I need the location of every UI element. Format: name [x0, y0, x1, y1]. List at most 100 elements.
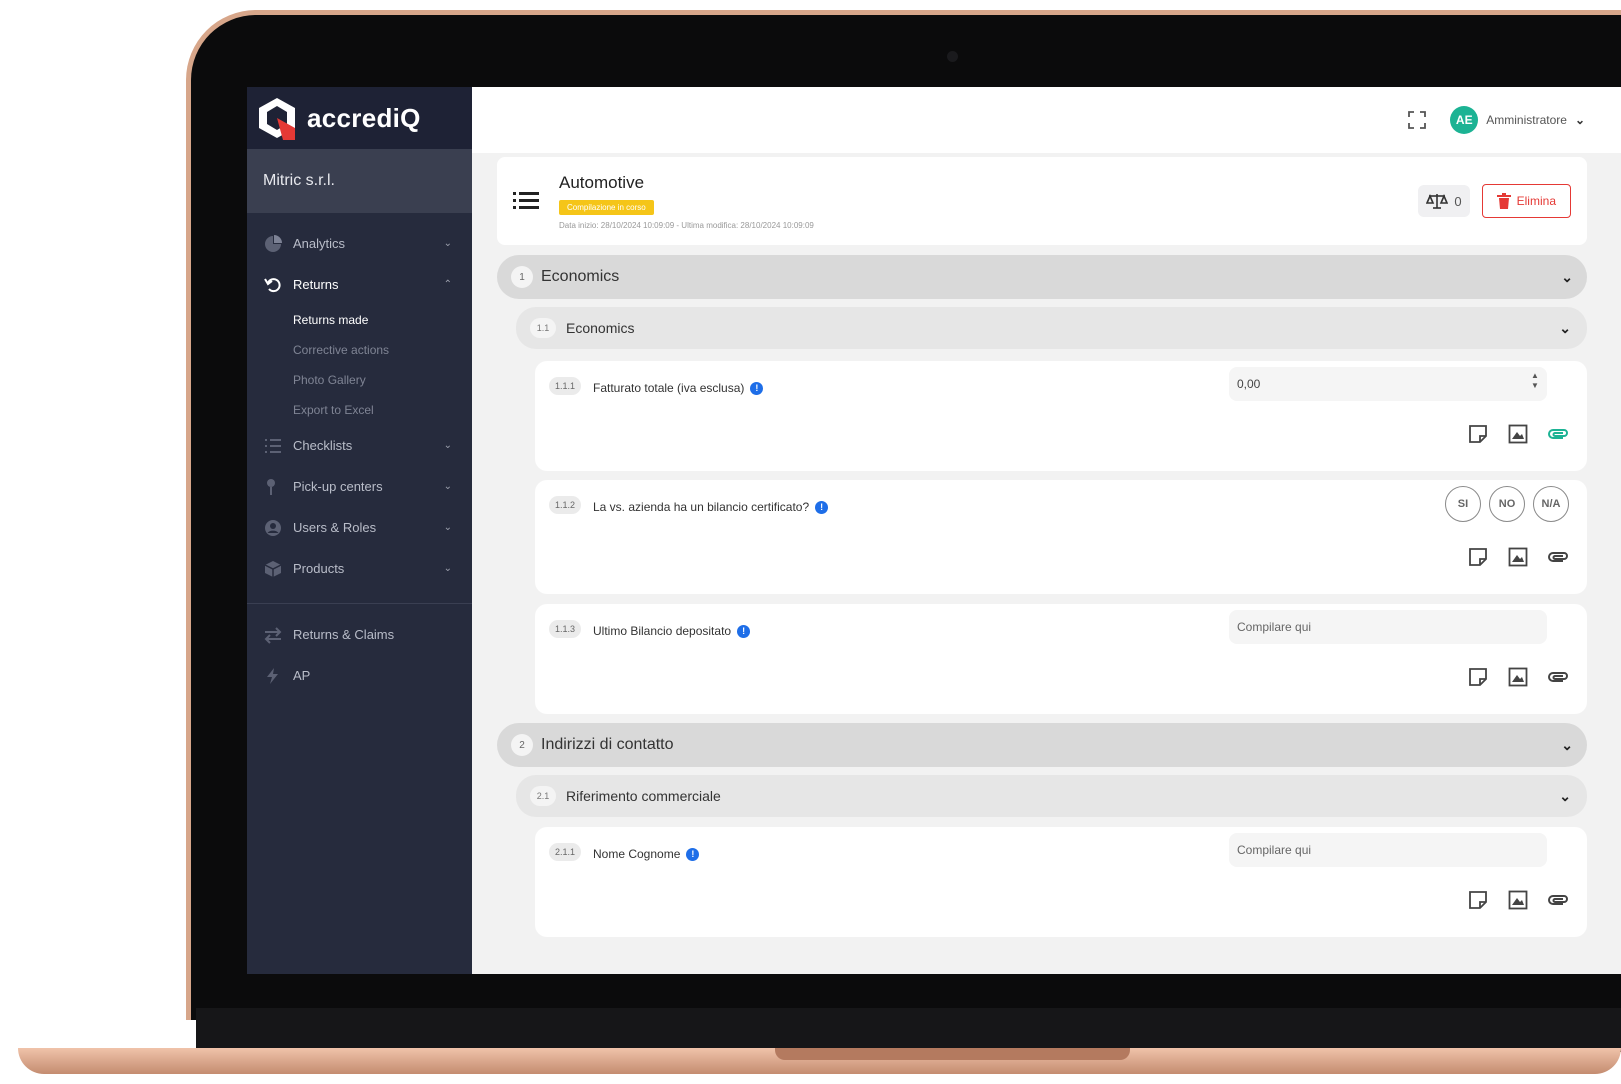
subsection-label: Riferimento commerciale	[566, 788, 721, 804]
accrediq-logo-icon	[259, 98, 295, 140]
sidebar-item-users-roles[interactable]: Users & Roles ⌄	[247, 507, 472, 548]
sidebar-item-products[interactable]: Products ⌄	[247, 548, 472, 589]
user-circle-icon	[263, 518, 283, 538]
question-text: Ultimo Bilancio depositato !	[593, 624, 751, 638]
subsection-commercial-reference[interactable]: 2.1 Riferimento commerciale ⌄	[516, 775, 1587, 817]
chevron-down-icon: ⌄	[1559, 319, 1571, 336]
checklist-header: Automotive Compilazione in corso Data in…	[497, 157, 1587, 245]
question-label: Nome Cognome	[593, 847, 681, 861]
user-menu[interactable]: AE Amministratore ⌄	[1450, 106, 1585, 134]
attachment-icon[interactable]	[1547, 546, 1569, 568]
full-name-input[interactable]	[1229, 833, 1547, 867]
chevron-down-icon: ⌄	[1574, 113, 1585, 127]
sidebar-item-label: Analytics	[293, 236, 346, 251]
swap-icon	[263, 625, 283, 645]
sidebar-item-returns[interactable]: Returns ⌃	[247, 264, 472, 305]
subsection-label: Economics	[566, 320, 635, 336]
delete-button[interactable]: Elimina	[1481, 184, 1571, 218]
chevron-down-icon: ⌄	[443, 481, 452, 492]
note-icon[interactable]	[1467, 423, 1489, 445]
bolt-icon	[263, 666, 283, 686]
info-icon[interactable]: !	[750, 381, 764, 395]
number-stepper[interactable]: ▲ ▼	[1531, 371, 1539, 391]
note-icon[interactable]	[1467, 546, 1489, 568]
section-number: 1	[511, 266, 533, 288]
info-icon[interactable]: !	[686, 847, 700, 861]
sidebar-item-pickup-centers[interactable]: Pick-up centers ⌄	[247, 466, 472, 507]
sidebar-subitem-photo-gallery[interactable]: Photo Gallery	[247, 365, 472, 395]
answer-options: SI NO N/A	[1445, 486, 1569, 522]
section-label: Economics	[541, 268, 620, 285]
laptop-notch	[775, 1048, 1130, 1060]
header-dates: Data inizio: 28/10/2024 10:09:09 - Ultim…	[559, 220, 814, 230]
question-text: Fatturato totale (iva esclusa) !	[593, 381, 764, 395]
brand-name: accrediQ	[307, 102, 421, 133]
brand[interactable]: accrediQ	[247, 87, 472, 149]
question-label: Ultimo Bilancio depositato	[593, 624, 732, 638]
question-number: 1.1.2	[549, 496, 582, 514]
question-tools	[1467, 889, 1569, 911]
delete-label: Elimina	[1516, 194, 1556, 208]
sidebar-item-ap[interactable]: AP	[247, 655, 472, 696]
page-title: Automotive	[559, 172, 645, 192]
question-card: 1.1.3 Ultimo Bilancio depositato !	[535, 604, 1587, 714]
image-icon[interactable]	[1507, 889, 1529, 911]
question-tools	[1467, 423, 1569, 445]
sidebar-nav: Analytics ⌄ Returns ⌃ Returns made Corre…	[247, 213, 472, 696]
question-tools	[1467, 546, 1569, 568]
answer-no-button[interactable]: NO	[1489, 486, 1525, 522]
attachment-icon[interactable]	[1547, 423, 1569, 445]
chevron-down-icon: ⌄	[443, 522, 452, 533]
pin-icon	[263, 477, 283, 497]
chevron-down-icon: ⌄	[1561, 736, 1573, 753]
pie-chart-icon	[263, 234, 283, 254]
sidebar-item-analytics[interactable]: Analytics ⌄	[247, 223, 472, 264]
info-icon[interactable]: !	[815, 500, 829, 514]
sidebar-divider	[247, 603, 472, 604]
note-icon[interactable]	[1467, 666, 1489, 688]
note-icon[interactable]	[1467, 889, 1489, 911]
question-tools	[1467, 666, 1569, 688]
sidebar-subitem-corrective-actions[interactable]: Corrective actions	[247, 335, 472, 365]
section-economics[interactable]: 1 Economics ⌄	[497, 255, 1587, 299]
image-icon[interactable]	[1507, 666, 1529, 688]
sidebar-item-label: Pick-up centers	[293, 479, 383, 494]
sidebar: accrediQ Mitric s.r.l. Analytics ⌄ Retur…	[247, 87, 472, 974]
subsection-number: 1.1	[530, 318, 556, 338]
question-number: 1.1.1	[549, 377, 582, 395]
sidebar-item-label: Checklists	[293, 438, 353, 453]
section-label: Indirizzi di contatto	[541, 736, 674, 753]
sidebar-item-label: AP	[293, 668, 311, 683]
question-label: Fatturato totale (iva esclusa)	[593, 381, 745, 395]
question-card: 1.1.1 Fatturato totale (iva esclusa) ! ▲…	[535, 361, 1587, 471]
app-screen: accrediQ Mitric s.r.l. Analytics ⌄ Retur…	[247, 87, 1621, 974]
info-icon[interactable]: !	[737, 624, 751, 638]
chevron-down-icon: ⌄	[443, 440, 452, 451]
chevron-down-icon: ⌄	[1561, 268, 1573, 285]
question-text: Nome Cognome !	[593, 847, 700, 861]
chevron-down-icon: ⌄	[443, 563, 452, 574]
answer-na-button[interactable]: N/A	[1533, 486, 1569, 522]
section-contact-addresses[interactable]: 2 Indirizzi di contatto ⌄	[497, 723, 1587, 767]
header-actions: 0 Elimina	[1418, 184, 1571, 218]
sidebar-item-checklists[interactable]: Checklists ⌄	[247, 425, 472, 466]
sidebar-item-label: Returns & Claims	[293, 627, 395, 642]
sidebar-subitem-export-excel[interactable]: Export to Excel	[247, 395, 472, 425]
subsection-number: 2.1	[530, 786, 556, 806]
sidebar-subitem-returns-made[interactable]: Returns made	[247, 305, 472, 335]
fullscreen-icon[interactable]	[1408, 111, 1427, 129]
attachment-icon[interactable]	[1547, 666, 1569, 688]
scale-button[interactable]: 0	[1418, 185, 1470, 217]
sidebar-item-returns-claims[interactable]: Returns & Claims	[247, 614, 472, 655]
sidebar-item-label: Products	[293, 561, 345, 576]
answer-yes-button[interactable]: SI	[1445, 486, 1481, 522]
image-icon[interactable]	[1507, 546, 1529, 568]
image-icon[interactable]	[1507, 423, 1529, 445]
undo-icon	[263, 275, 283, 295]
list-icon[interactable]	[513, 190, 539, 212]
revenue-number-input[interactable]	[1229, 367, 1547, 401]
last-balance-input[interactable]	[1229, 610, 1547, 644]
subsection-economics[interactable]: 1.1 Economics ⌄	[516, 307, 1587, 349]
question-number: 1.1.3	[549, 620, 582, 638]
attachment-icon[interactable]	[1547, 889, 1569, 911]
